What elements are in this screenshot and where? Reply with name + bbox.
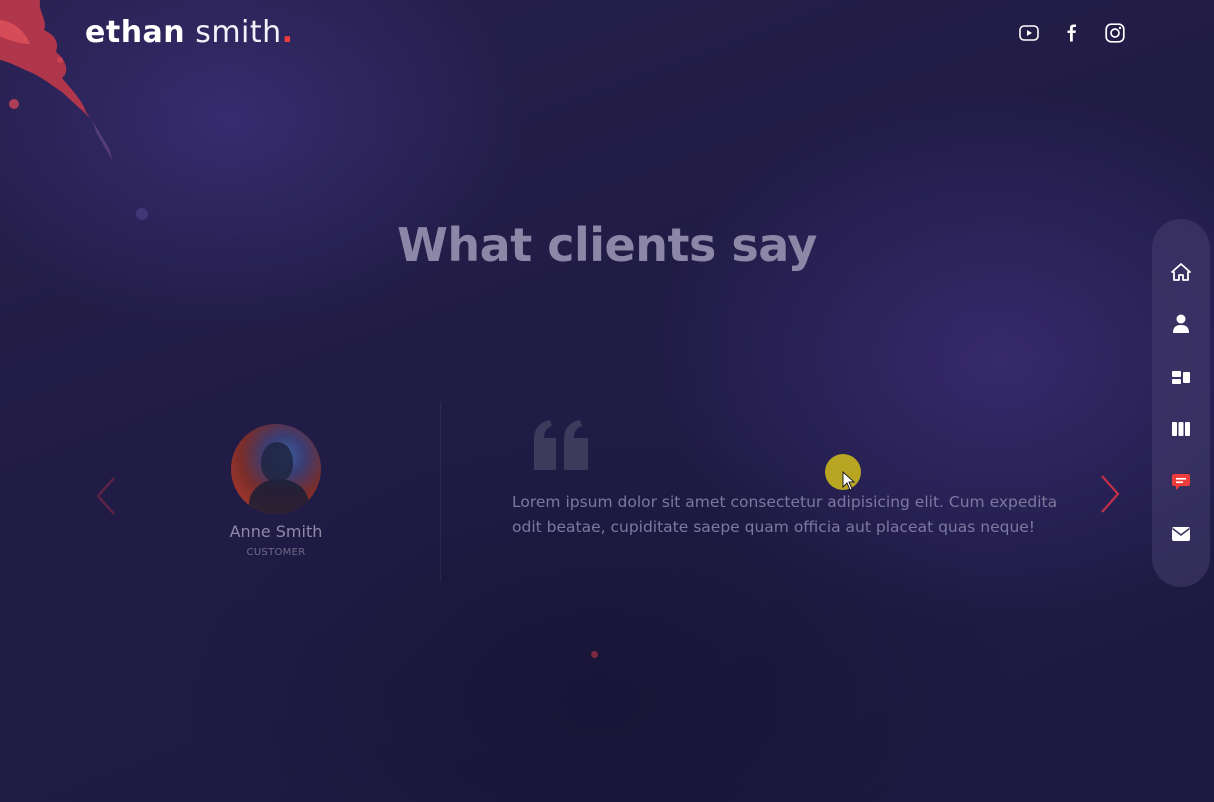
facebook-icon[interactable] xyxy=(1061,22,1082,43)
client-name: Anne Smith xyxy=(229,522,323,541)
section-title: What clients say xyxy=(397,218,817,272)
mail-icon[interactable] xyxy=(1169,522,1193,546)
slider-pagination-dot[interactable] xyxy=(591,651,598,658)
quote-icon xyxy=(534,420,588,470)
client-avatar xyxy=(231,424,321,514)
testimonials-icon[interactable] xyxy=(1169,470,1193,494)
logo-first-name: ethan xyxy=(85,15,186,50)
logo-last-name: smith xyxy=(195,15,282,50)
page-background xyxy=(0,0,1214,802)
work-icon[interactable] xyxy=(1169,417,1193,441)
testimonial-quote: Lorem ipsum dolor sit amet consectetur a… xyxy=(512,493,1058,536)
next-arrow-icon[interactable] xyxy=(1096,472,1124,516)
user-icon[interactable] xyxy=(1169,312,1193,336)
site-logo[interactable]: ethan smith. xyxy=(85,13,294,53)
logo-dot: . xyxy=(281,15,294,50)
mouse-pointer-icon xyxy=(842,471,856,491)
home-icon[interactable] xyxy=(1169,260,1193,284)
services-icon[interactable] xyxy=(1169,365,1193,389)
client-role: CUSTOMER xyxy=(246,547,306,558)
instagram-icon[interactable] xyxy=(1104,22,1125,43)
social-links xyxy=(1018,22,1125,43)
testimonial-divider xyxy=(440,402,441,582)
prev-arrow-icon[interactable] xyxy=(92,474,120,518)
side-navigation xyxy=(1152,219,1210,587)
youtube-icon[interactable] xyxy=(1018,22,1039,43)
